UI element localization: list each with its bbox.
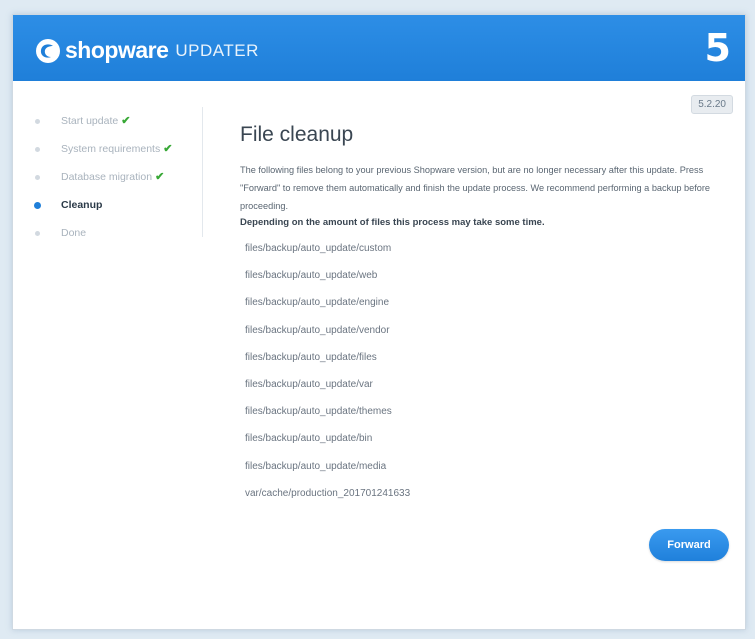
steps-sidebar: Start update ✔ System requirements ✔ Datab… <box>13 107 203 239</box>
step-label: Start update <box>61 115 119 127</box>
file-list-item: files/backup/auto_update/themes <box>245 406 392 418</box>
file-list-item: files/backup/auto_update/bin <box>245 433 373 445</box>
step-done: Done <box>13 219 202 247</box>
file-list-item: files/backup/auto_update/custom <box>245 243 392 254</box>
check-icon: ✔ <box>163 143 173 155</box>
file-list-item: files/backup/auto_update/files <box>245 351 377 363</box>
check-icon: ✔ <box>155 171 165 183</box>
shopware-logo-icon <box>36 38 60 63</box>
forward-button[interactable]: Forward <box>649 529 729 561</box>
updater-window: shopware UPDATER 5 5.2.20 Start update ✔ … <box>12 14 746 630</box>
cleanup-note: Depending on the amount of files this pr… <box>240 217 545 228</box>
step-start-update: Start update ✔ <box>13 107 202 135</box>
step-dot <box>35 119 40 124</box>
file-list-item: var/cache/production_201701241633 <box>245 487 411 499</box>
check-icon: ✔ <box>121 115 131 127</box>
file-list-item: files/backup/auto_update/engine <box>245 297 390 309</box>
file-list-item: files/backup/auto_update/media <box>245 460 387 472</box>
step-label: Done <box>61 227 87 239</box>
file-list: files/backup/auto_update/custom files/ba… <box>240 235 730 507</box>
shopware-5-badge: 5 <box>704 26 731 70</box>
step-label: System requirements <box>61 143 161 155</box>
step-cleanup: Cleanup <box>13 191 202 219</box>
brand-name: shopware <box>65 37 169 63</box>
file-list-item: files/backup/auto_update/web <box>245 270 378 282</box>
step-label: Cleanup <box>61 199 103 211</box>
product-name: UPDATER <box>175 40 259 60</box>
file-list-item: files/backup/auto_update/vendor <box>245 324 390 336</box>
header-bar: shopware UPDATER 5 <box>13 15 745 81</box>
step-system-requirements: System requirements ✔ <box>13 135 202 163</box>
cleanup-description: The following files belong to your previ… <box>240 165 711 211</box>
main-content: File cleanup The following files belong … <box>240 123 730 507</box>
step-dot <box>35 175 40 180</box>
page-title: File cleanup <box>240 123 354 146</box>
step-label: Database migration <box>61 171 153 183</box>
step-database-migration: Database migration ✔ <box>13 163 202 191</box>
step-dot <box>35 147 40 152</box>
step-dot <box>35 231 40 236</box>
file-list-item: files/backup/auto_update/var <box>245 378 373 390</box>
shopware-logo: shopware UPDATER <box>35 37 259 64</box>
step-dot-active <box>34 202 41 209</box>
version-badge: 5.2.20 <box>691 95 733 114</box>
